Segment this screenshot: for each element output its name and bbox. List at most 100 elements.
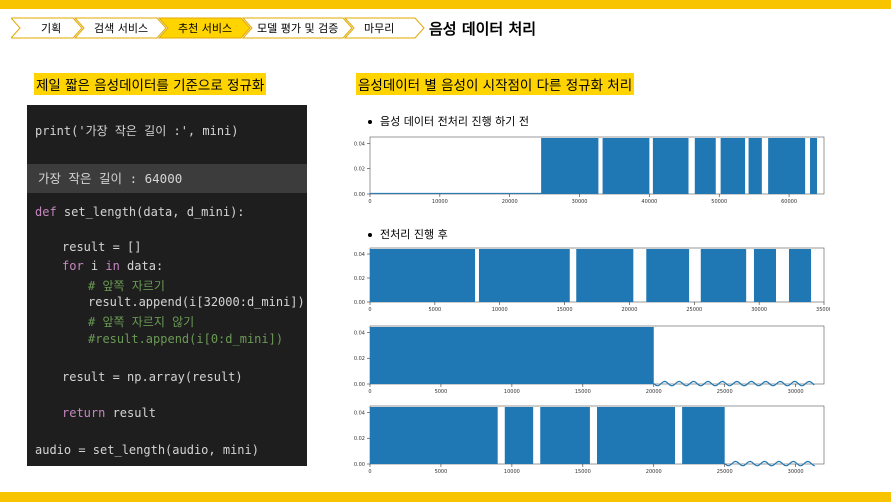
bullet-dot <box>368 120 372 124</box>
x-tick-label: 0 <box>368 389 371 395</box>
x-tick-label: 15000 <box>575 389 591 395</box>
x-tick-label: 20000 <box>646 389 662 395</box>
x-tick-label: 40000 <box>641 199 657 205</box>
y-tick-label: 0.02 <box>354 167 365 173</box>
x-tick-label: 25000 <box>717 389 733 395</box>
nav-step-label[interactable]: 검색 서비스 <box>94 20 148 36</box>
waveform-segment <box>597 407 676 464</box>
y-tick-label: 0.04 <box>354 141 365 147</box>
y-tick-label: 0.02 <box>354 276 365 282</box>
x-tick-label: 25000 <box>686 307 702 313</box>
waveform-segment <box>370 407 498 464</box>
waveform-segment <box>576 249 634 302</box>
x-tick-label: 10000 <box>504 469 520 475</box>
y-tick-label: 0.02 <box>354 436 365 442</box>
y-tick-label: 0.04 <box>354 330 365 336</box>
x-tick-label: 30000 <box>788 389 804 395</box>
top-accent-bar <box>0 0 891 9</box>
waveform-segment <box>810 138 818 194</box>
def-signature: set_length(data, d_mini): <box>56 205 245 219</box>
y-tick-label: 0.00 <box>354 192 365 198</box>
waveform-segment <box>720 138 746 194</box>
waveform-segment <box>753 249 777 302</box>
keyword-for: for <box>62 259 84 273</box>
bullet-before: 음성 데이터 전처리 진행 하기 전 <box>368 113 529 129</box>
waveform-segment <box>478 249 570 302</box>
step-navigation: 기획 검색 서비스 추천 서비스 모델 평가 및 검증 마무리 <box>11 17 431 39</box>
code-line-call: audio = set_length(audio, mini) <box>35 443 259 457</box>
page-title: 음성 데이터 처리 <box>429 20 537 38</box>
x-tick-label: 20000 <box>646 469 662 475</box>
waveform-plot-before: 0.00 0.02 0.04 0 10000 20000 30000 40000 50000 60… <box>354 136 825 205</box>
x-tick-label: 20000 <box>502 199 518 205</box>
x-tick-label: 30000 <box>788 469 804 475</box>
y-tick-label: 0.00 <box>354 382 365 388</box>
waveform-segment <box>700 249 747 302</box>
y-tick-label: 0.00 <box>354 462 365 468</box>
return-value: result <box>105 406 156 420</box>
left-section-heading: 제일 짧은 음성데이터를 기준으로 정규화 <box>34 73 267 95</box>
code-line-result-init: result = [] <box>62 240 142 254</box>
bottom-accent-bar <box>0 492 891 502</box>
code-line-nparray: result = np.array(result) <box>62 370 243 384</box>
code-line-return: return result <box>62 406 156 420</box>
x-tick-label: 60000 <box>781 199 797 205</box>
waveform-segment <box>682 407 725 464</box>
x-tick-label: 10000 <box>504 389 520 395</box>
bullet-after: 전처리 진행 후 <box>368 226 448 242</box>
waveform-segment <box>370 327 654 384</box>
code-line-print: print('가장 작은 길이 :', mini) <box>35 124 239 138</box>
y-tick-label: 0.04 <box>354 410 365 416</box>
code-line-append: result.append(i[32000:d_mini]) <box>88 295 305 309</box>
code-block: print('가장 작은 길이 :', mini) 가장 작은 길이 : 640… <box>27 105 307 466</box>
code-comment-append: #result.append(i[0:d_mini]) <box>88 332 284 346</box>
x-tick-label: 0 <box>368 307 371 313</box>
x-tick-label: 5000 <box>435 469 448 475</box>
x-tick-label: 35000 <box>816 307 830 313</box>
bullet-before-text: 음성 데이터 전처리 진행 하기 전 <box>380 115 530 128</box>
waveform-segment <box>540 407 590 464</box>
waveform-segment <box>504 407 534 464</box>
waveform-segment <box>370 249 476 302</box>
waveform-plot-after-3: 0.00 0.02 0.04 0 5000 10000 15000 20000 25000 300… <box>354 405 825 475</box>
x-tick-label: 20000 <box>621 307 637 313</box>
waveform-segment <box>602 138 650 194</box>
waveform-segment <box>788 249 812 302</box>
right-section-heading: 음성데이터 별 음성이 시작점이 다른 정규화 처리 <box>356 73 635 95</box>
keyword-in: in <box>105 259 120 273</box>
waveform-segment <box>652 138 689 194</box>
code-line-def: def set_length(data, d_mini): <box>35 205 245 219</box>
for-iter: data: <box>119 259 164 273</box>
x-tick-label: 0 <box>368 469 371 475</box>
y-tick-label: 0.00 <box>354 300 365 306</box>
x-tick-label: 0 <box>368 199 371 205</box>
code-comment-cut: # 앞쪽 자르기 <box>88 279 165 293</box>
x-tick-label: 15000 <box>557 307 573 313</box>
nav-step-label[interactable]: 기획 <box>41 20 61 36</box>
x-tick-label: 5000 <box>435 389 448 395</box>
x-tick-label: 25000 <box>717 469 733 475</box>
x-tick-label: 15000 <box>575 469 591 475</box>
x-tick-label: 5000 <box>428 307 441 313</box>
x-tick-label: 10000 <box>432 199 448 205</box>
nav-step-label[interactable]: 모델 평가 및 검증 <box>257 20 338 36</box>
nav-step-label[interactable]: 추천 서비스 <box>178 20 232 36</box>
for-var: i <box>83 259 106 273</box>
code-output-text: 가장 작은 길이 : 64000 <box>38 171 183 186</box>
waveform-segment <box>768 138 806 194</box>
x-tick-label: 50000 <box>711 199 727 205</box>
y-tick-label: 0.02 <box>354 356 365 362</box>
waveform-segment <box>748 138 762 194</box>
y-tick-label: 0.04 <box>354 252 365 258</box>
code-comment-nocut: # 앞쪽 자르지 않기 <box>88 315 195 329</box>
bullet-after-text: 전처리 진행 후 <box>380 228 448 241</box>
x-tick-label: 30000 <box>751 307 767 313</box>
waveform-segment <box>646 249 690 302</box>
waveform-segment <box>541 138 599 194</box>
waveform-segment <box>694 138 716 194</box>
nav-step-label[interactable]: 마무리 <box>364 20 394 36</box>
x-tick-label: 10000 <box>492 307 508 313</box>
waveform-plot-after-1: 0.00 0.02 0.04 0 5000 10000 15000 20000 25000 300… <box>354 247 830 313</box>
code-line-for: for i in data: <box>62 259 163 273</box>
bullet-dot <box>368 233 372 237</box>
